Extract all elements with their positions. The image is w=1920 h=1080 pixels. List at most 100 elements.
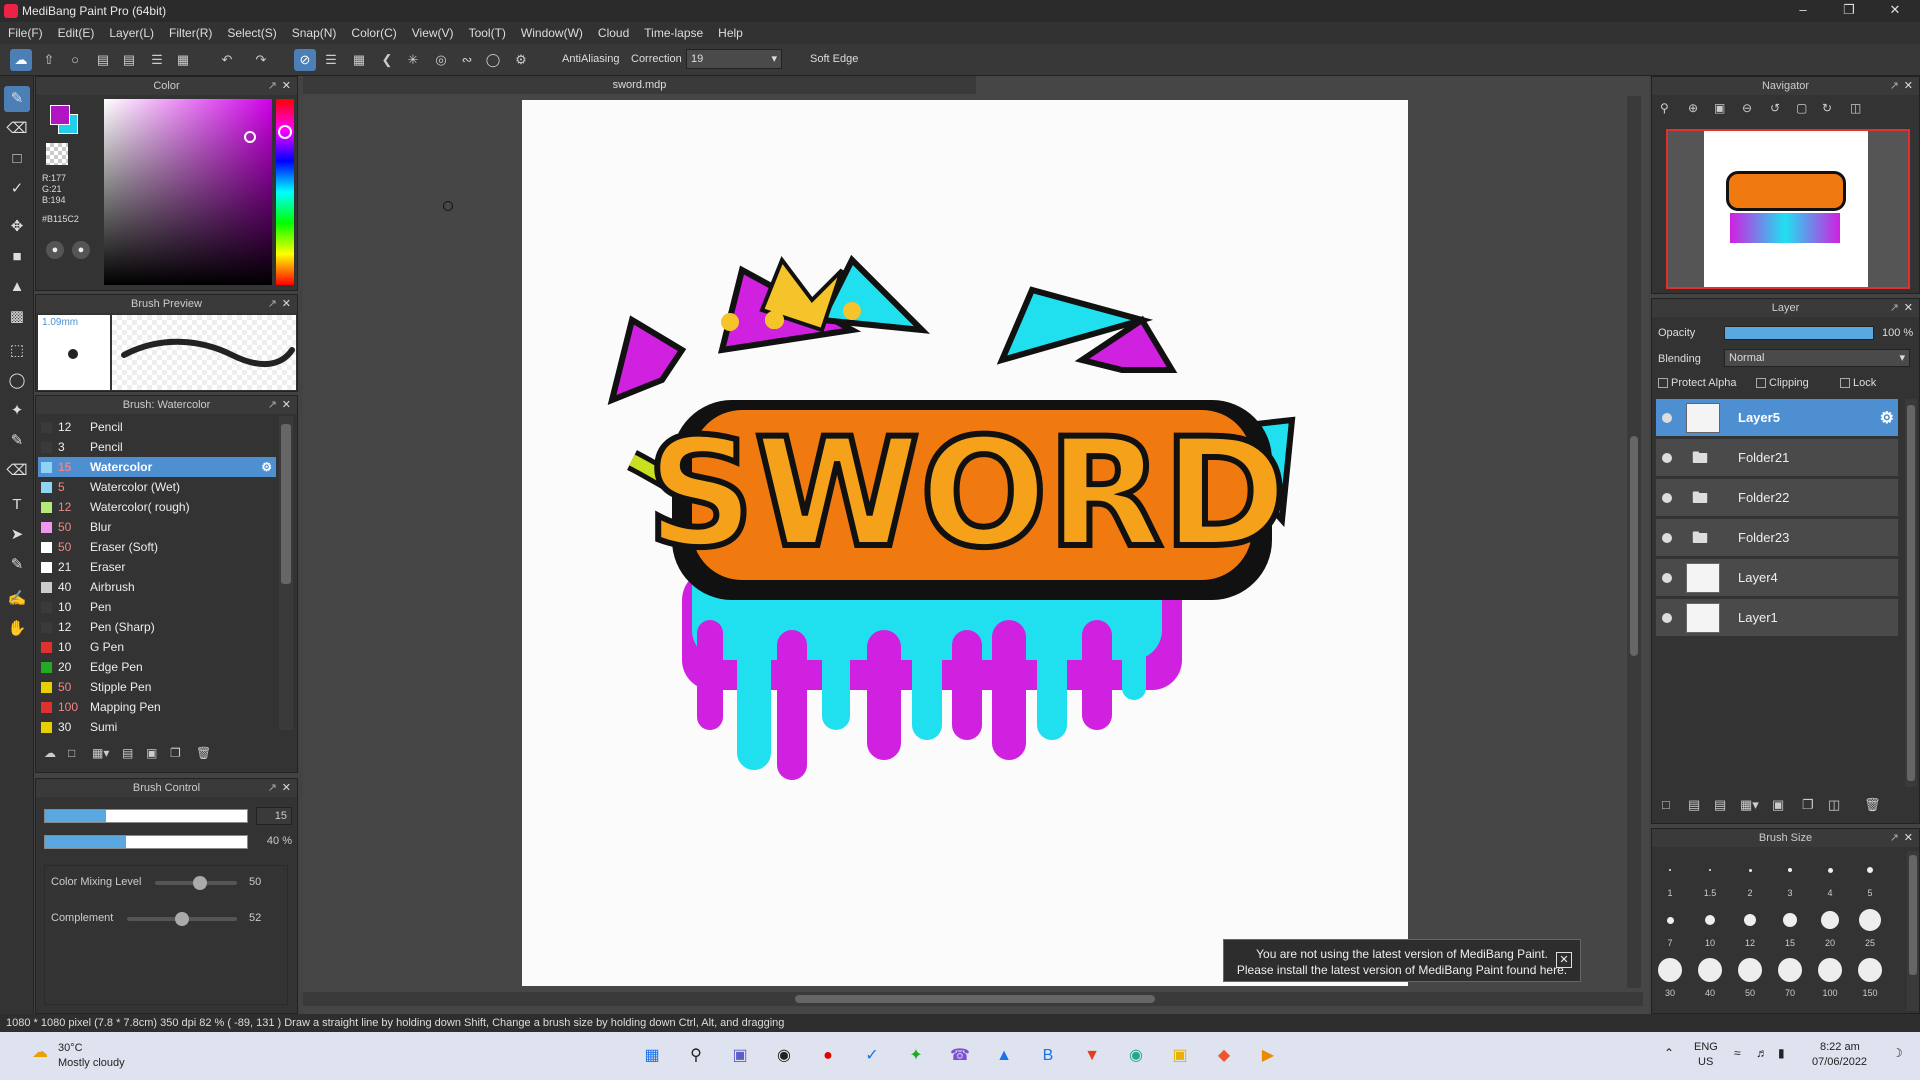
brush-item[interactable]: 20 Edge Pen (38, 657, 276, 677)
color-mixing-slider[interactable] (155, 876, 237, 890)
menu-select[interactable]: Select(S) (227, 26, 276, 40)
brush-size-dot[interactable] (1698, 958, 1722, 982)
close-icon[interactable]: ✕ (282, 396, 291, 414)
snap-radial-icon[interactable]: ✳ (402, 49, 424, 71)
minimize-button[interactable]: – (1780, 0, 1826, 22)
hue-cursor[interactable] (278, 125, 292, 139)
brush-item[interactable]: 12 Pencil (38, 417, 276, 437)
duplicate-icon[interactable]: ❐ (170, 746, 181, 760)
undock-icon[interactable]: ↗ (1890, 77, 1899, 95)
brush-item[interactable]: 3 Pencil (38, 437, 276, 457)
bucket-tool-icon[interactable]: ▲ (4, 274, 30, 300)
brush-item[interactable]: 21 Eraser (38, 557, 276, 577)
clipping-checkbox[interactable] (1756, 378, 1766, 389)
protect-alpha-toggle[interactable]: Protect Alpha (1658, 377, 1736, 389)
undock-icon[interactable]: ↗ (268, 77, 277, 95)
select-tool-icon[interactable]: ⬚ (4, 338, 30, 364)
brush-opacity-slider[interactable] (44, 835, 248, 849)
wifi-icon[interactable]: ≈ (1734, 1046, 1741, 1060)
brush-list-scrollbar[interactable] (279, 416, 293, 730)
undock-icon[interactable]: ↗ (268, 779, 277, 797)
new-brush-icon[interactable]: □ (68, 746, 75, 760)
lock-toggle[interactable]: Lock (1840, 377, 1876, 389)
menu-filter[interactable]: Filter(R) (169, 26, 212, 40)
brush-size-dot[interactable] (1821, 911, 1839, 929)
start-icon[interactable]: ▦ (638, 1042, 666, 1070)
rotate-right-icon[interactable]: ↻ (1822, 101, 1832, 115)
close-icon[interactable]: ✕ (1904, 299, 1913, 317)
hand-tool-icon[interactable]: ✋ (4, 616, 30, 642)
v-scroll-thumb[interactable] (1630, 436, 1638, 656)
delete-layer-icon[interactable]: 🗑 (1864, 797, 1881, 813)
divide-tool-icon[interactable]: ✎ (4, 552, 30, 578)
new-folder-icon[interactable]: ▣ (1772, 797, 1784, 813)
bluetooth-app-icon[interactable]: B (1034, 1042, 1062, 1070)
flip-icon[interactable]: ◫ (1850, 101, 1861, 115)
fill-rect-tool-icon[interactable]: ■ (4, 244, 30, 270)
text-tool-icon[interactable]: T (4, 492, 30, 518)
new-8bit-layer-icon[interactable]: ▤ (1714, 797, 1726, 813)
protect-alpha-checkbox[interactable] (1658, 378, 1668, 389)
volume-icon[interactable]: ♬ (1756, 1046, 1768, 1060)
gradient-tool-icon[interactable]: ▩ (4, 304, 30, 330)
snap-curve-icon[interactable]: ∾ (456, 49, 478, 71)
grid-icon[interactable]: ▦ (172, 49, 194, 71)
medibang-icon[interactable]: ◆ (1210, 1042, 1238, 1070)
rotate-left-icon[interactable]: ↺ (1770, 101, 1780, 115)
record-icon[interactable]: ● (814, 1042, 842, 1070)
visibility-icon[interactable] (1662, 453, 1672, 463)
brush-size-dot[interactable] (1709, 869, 1711, 871)
close-icon[interactable]: ✕ (282, 295, 291, 313)
lang-code[interactable]: ENG (1694, 1041, 1718, 1053)
menu-cloud[interactable]: Cloud (598, 26, 629, 40)
rectangle-tool-icon[interactable]: □ (4, 146, 30, 172)
menu-timelapse[interactable]: Time-lapse (644, 26, 703, 40)
app-green-icon[interactable]: ✦ (902, 1042, 930, 1070)
brush-item[interactable]: 5 Watercolor (Wet) (38, 477, 276, 497)
redo-icon[interactable]: ↷ (250, 49, 272, 71)
visibility-icon[interactable] (1662, 613, 1672, 623)
brush-size-dot[interactable] (1783, 913, 1797, 927)
snap-off-icon[interactable]: ⊘ (294, 49, 316, 71)
layer-row[interactable]: 🖿 Folder21 (1656, 439, 1898, 477)
brush-item[interactable]: 15 Watercolor ⚙ (38, 457, 276, 477)
menu-file[interactable]: File(F) (8, 26, 43, 40)
app-store-icon[interactable]: ▲ (990, 1042, 1018, 1070)
page-icon[interactable]: ▤ (92, 49, 114, 71)
brush-size-dot[interactable] (1748, 868, 1752, 872)
brush-size-dot[interactable] (1658, 958, 1682, 982)
visibility-icon[interactable] (1662, 573, 1672, 583)
layer-row[interactable]: 🖿 Folder23 (1656, 519, 1898, 557)
duplicate-layer-icon[interactable]: ❐ (1802, 797, 1814, 813)
brush-size-dot[interactable] (1778, 958, 1802, 982)
close-notice-icon[interactable]: ✕ (1556, 952, 1572, 968)
brush-item[interactable]: 50 Eraser (Soft) (38, 537, 276, 557)
document-tab[interactable]: sword.mdp (303, 76, 976, 94)
layer-opacity-slider[interactable] (1724, 326, 1874, 340)
menu-layer[interactable]: Layer(L) (109, 26, 154, 40)
select-pen-icon[interactable]: ✎ (4, 428, 30, 454)
brush-size-dot[interactable] (1666, 916, 1674, 924)
delete-icon[interactable]: 🗑 (196, 746, 211, 760)
clock-time[interactable]: 8:22 am (1820, 1041, 1860, 1053)
brush-item[interactable]: 50 Stipple Pen (38, 677, 276, 697)
zoom-in-icon[interactable]: ⊕ (1688, 101, 1698, 115)
comment-icon[interactable]: ○ (64, 49, 86, 71)
operation-tool-icon[interactable]: ➤ (4, 522, 30, 548)
camera-icon[interactable]: ◉ (770, 1042, 798, 1070)
fullscreen-icon[interactable]: ▢ (1796, 101, 1807, 115)
snap-circle-icon[interactable]: ◎ (430, 49, 452, 71)
fit-icon[interactable]: ▣ (1714, 101, 1725, 115)
undock-icon[interactable]: ↗ (268, 295, 277, 313)
add-brush-icon[interactable]: ▦▾ (92, 746, 109, 760)
layer-row[interactable]: Layer5 ⚙ (1656, 399, 1898, 437)
transparent-color-swatch[interactable] (46, 143, 68, 165)
video-editor-icon[interactable]: ▶ (1254, 1042, 1282, 1070)
visibility-icon[interactable] (1662, 413, 1672, 423)
add-layer-menu-icon[interactable]: ▦▾ (1740, 797, 1759, 813)
gear-icon[interactable]: ⚙ (261, 457, 272, 477)
brush-item[interactable]: 40 Airbrush (38, 577, 276, 597)
search-icon[interactable]: ⚲ (682, 1042, 710, 1070)
weather-icon[interactable]: ☁ (32, 1042, 48, 1062)
brush-size-dot[interactable] (1788, 868, 1792, 872)
